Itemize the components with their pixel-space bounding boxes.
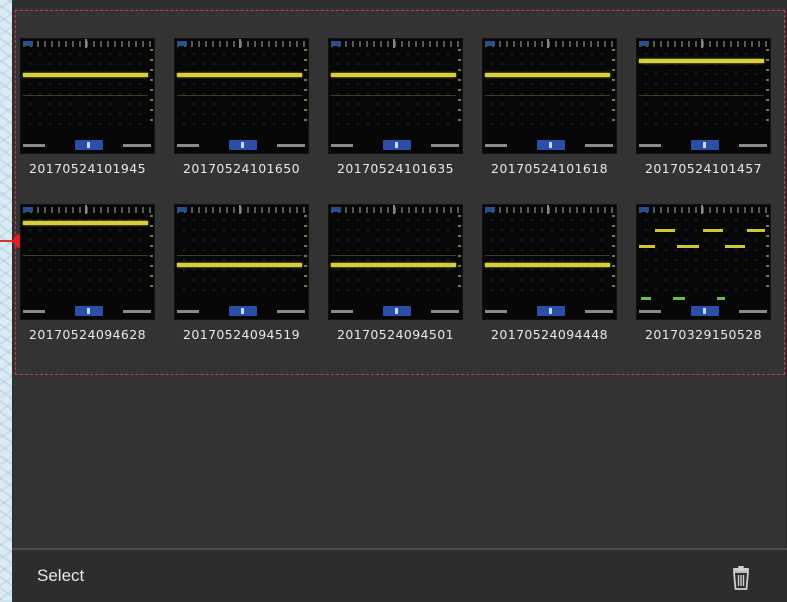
thumbnail-item[interactable]: 20170524101945 <box>20 38 155 176</box>
waveform-thumbnail <box>328 204 463 320</box>
screen-top-edge <box>12 0 787 8</box>
thumbnail-item[interactable]: 20170524101618 <box>482 38 617 176</box>
waveform-thumbnail <box>636 204 771 320</box>
thumbnail-label: 20170524094501 <box>337 327 454 342</box>
thumbnail-label: 20170524101457 <box>645 161 762 176</box>
waveform-thumbnail <box>328 38 463 154</box>
thumbnail-label: 20170524101945 <box>29 161 146 176</box>
thumbnail-label: 20170524101618 <box>491 161 608 176</box>
thumbnail-item[interactable]: 20170524101457 <box>636 38 771 176</box>
thumbnail-item[interactable]: 20170329150528 <box>636 204 771 342</box>
thumbnail-item[interactable]: 20170524101650 <box>174 38 309 176</box>
waveform-thumbnail <box>20 38 155 154</box>
thumbnail-label: 20170524101635 <box>337 161 454 176</box>
thumbnail-item[interactable]: 20170524094628 <box>20 204 155 342</box>
waveform-thumbnail <box>482 204 617 320</box>
thumbnail-label: 20170524101650 <box>183 161 300 176</box>
screenshot-grid: 20170524101945 20170524101650 2017052410… <box>20 38 785 358</box>
waveform-thumbnail <box>482 38 617 154</box>
select-button[interactable]: Select <box>37 566 84 586</box>
thumbnail-label: 20170329150528 <box>645 327 762 342</box>
thumbnail-label: 20170524094628 <box>29 327 146 342</box>
waveform-thumbnail <box>20 204 155 320</box>
waveform-thumbnail <box>636 38 771 154</box>
thumbnail-label: 20170524094519 <box>183 327 300 342</box>
thumbnail-item[interactable]: 20170524094519 <box>174 204 309 342</box>
bottom-toolbar: Select <box>12 548 787 602</box>
thumbnail-item[interactable]: 20170524094448 <box>482 204 617 342</box>
thumbnail-item[interactable]: 20170524101635 <box>328 38 463 176</box>
waveform-thumbnail <box>174 204 309 320</box>
thumbnail-label: 20170524094448 <box>491 327 608 342</box>
waveform-thumbnail <box>174 38 309 154</box>
trash-icon[interactable] <box>731 565 751 591</box>
thumbnail-item[interactable]: 20170524094501 <box>328 204 463 342</box>
